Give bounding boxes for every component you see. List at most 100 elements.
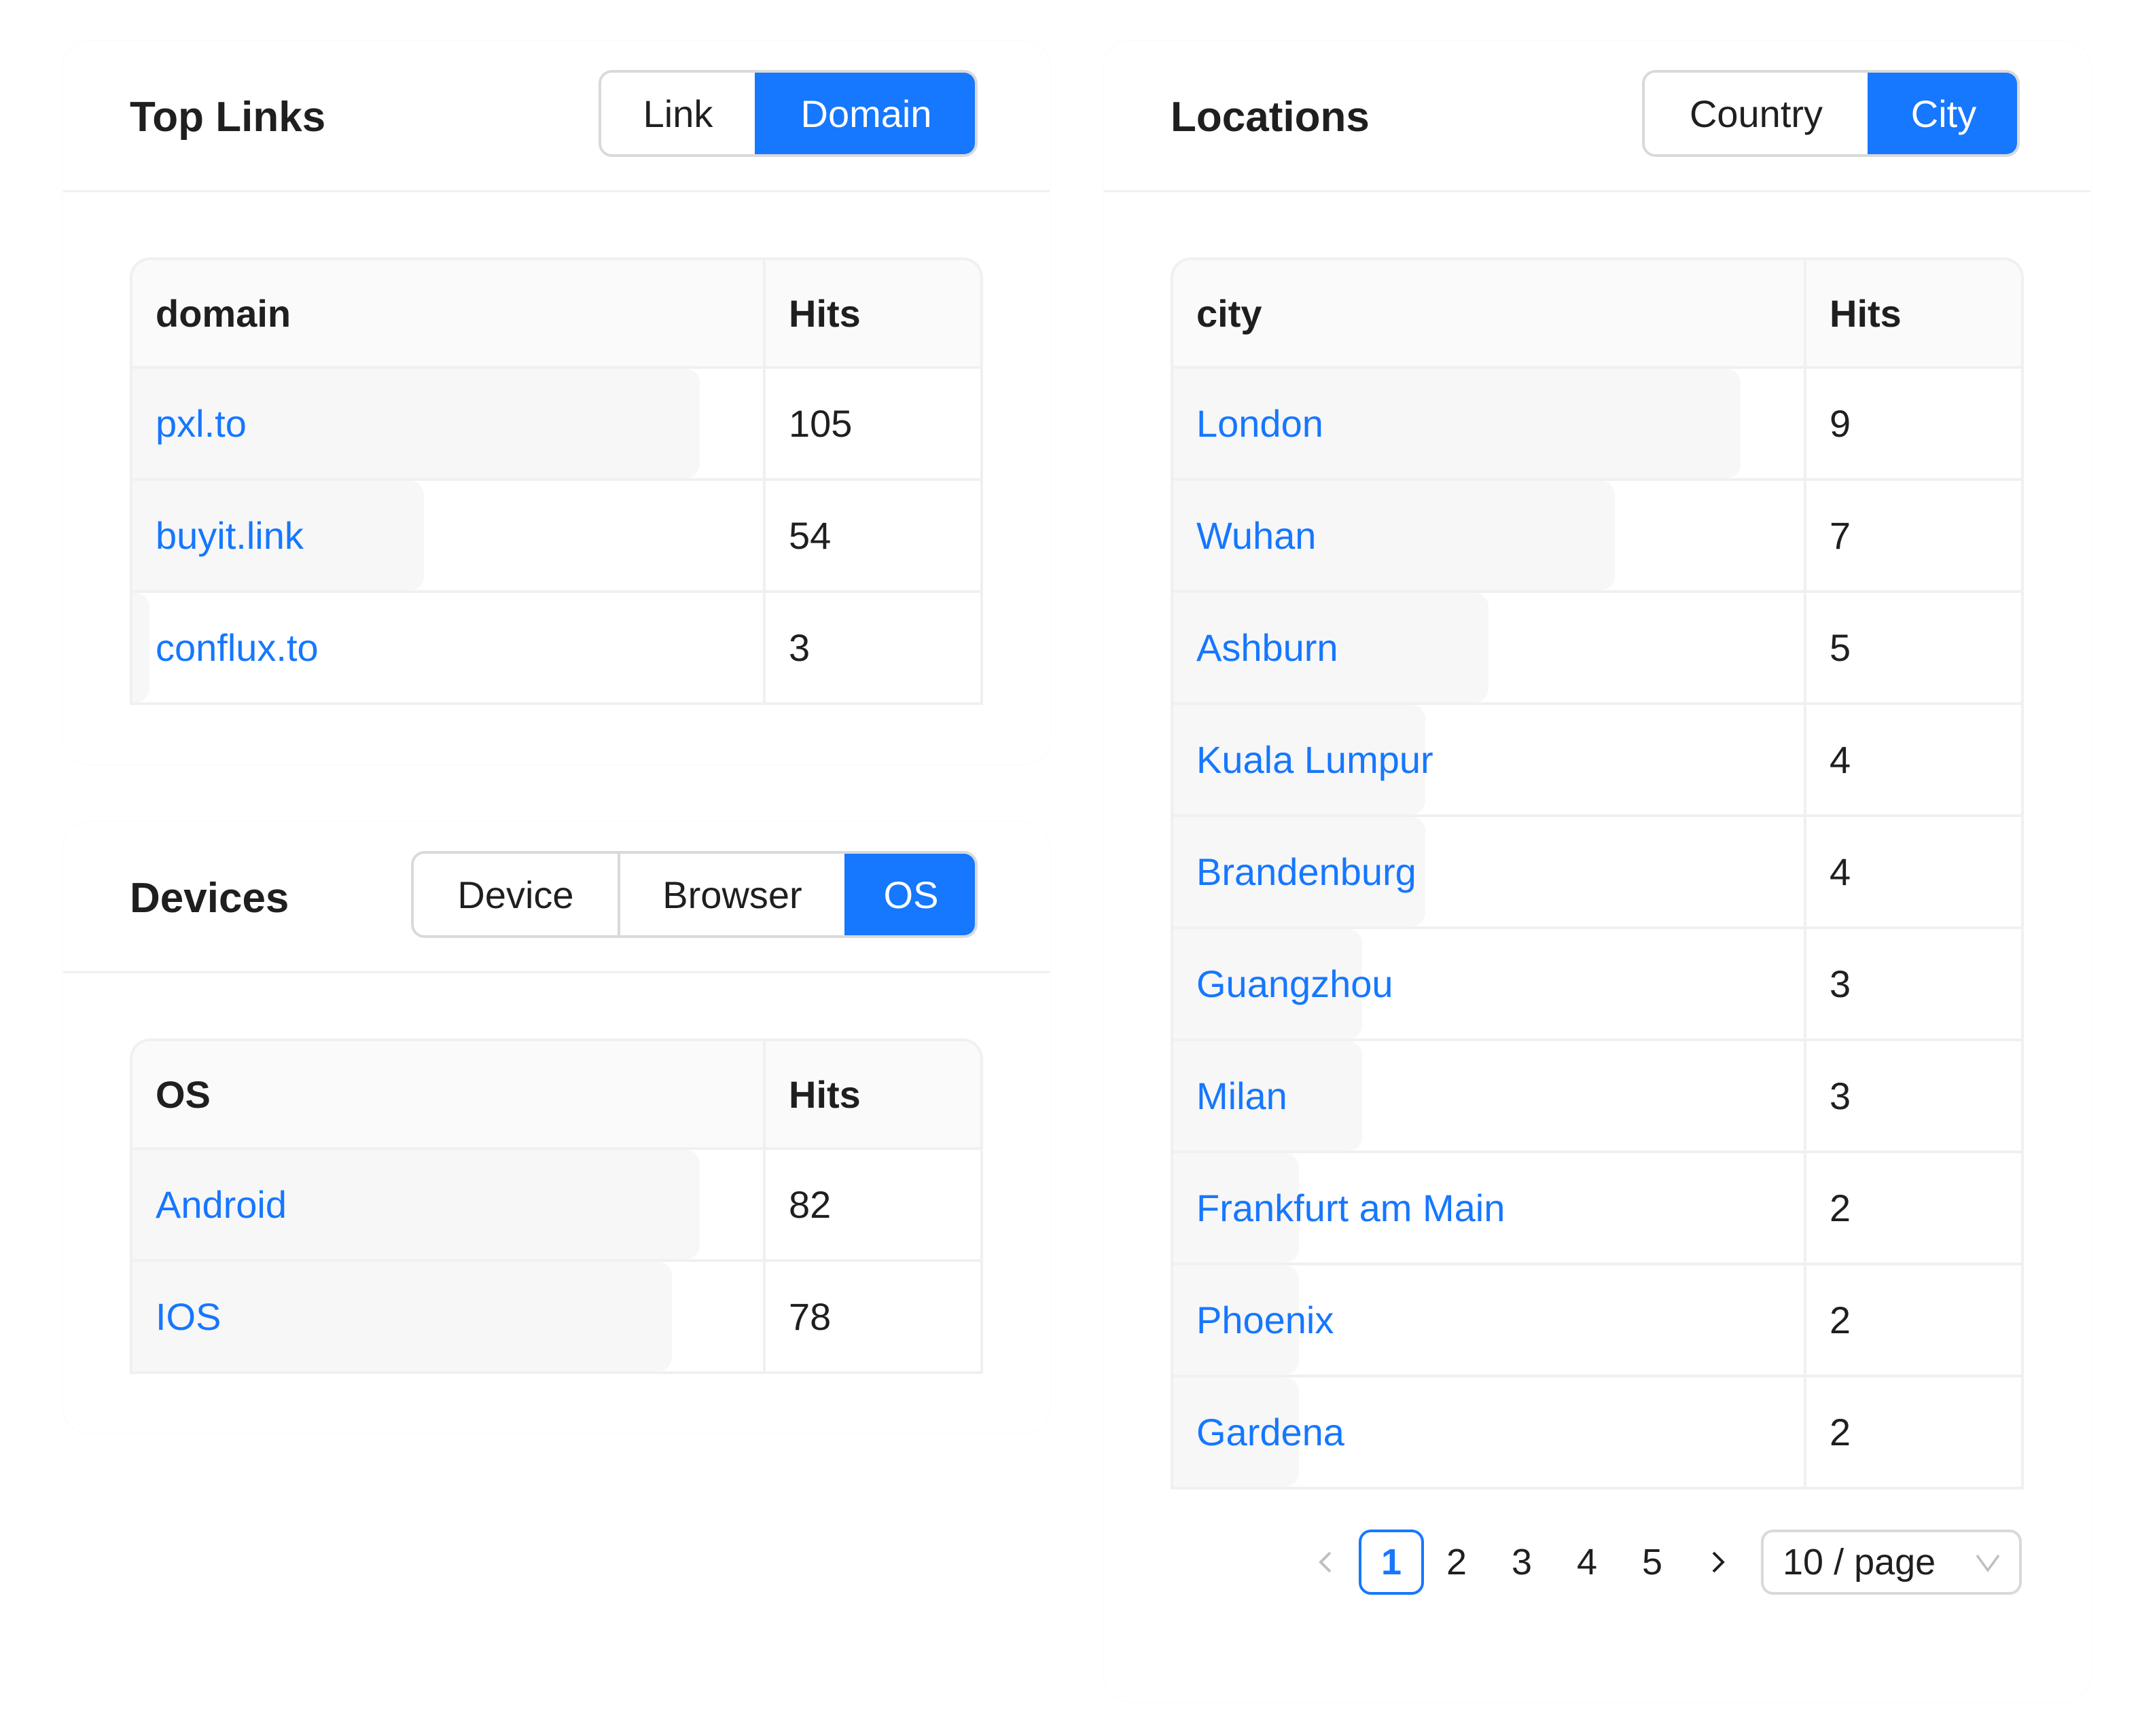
top-links-card: Top Links Link Domain domain Hits pxl.to… xyxy=(63,41,1050,765)
table-row: Milan 3 xyxy=(1173,1038,2021,1151)
table-row: Gardena 2 xyxy=(1173,1375,2021,1487)
table-row: Wuhan 7 xyxy=(1173,478,2021,590)
name-cell: Milan xyxy=(1173,1041,1804,1151)
pagination-next[interactable] xyxy=(1685,1530,1750,1595)
column-header-hits[interactable]: Hits xyxy=(1804,260,2021,366)
row-link[interactable]: Gardena xyxy=(1196,1410,1344,1454)
pagination-page-2[interactable]: 2 xyxy=(1424,1530,1489,1595)
row-link[interactable]: pxl.to xyxy=(156,401,247,446)
column-header-hits[interactable]: Hits xyxy=(763,260,980,366)
hits-cell: 2 xyxy=(1804,1377,2021,1487)
row-link[interactable]: Kuala Lumpur xyxy=(1196,738,1433,782)
pagination-page-1[interactable]: 1 xyxy=(1359,1530,1424,1595)
name-cell: Android xyxy=(132,1150,763,1259)
hits-cell: 78 xyxy=(763,1262,980,1371)
segment-device[interactable]: Device xyxy=(414,854,618,935)
name-cell: Frankfurt am Main xyxy=(1173,1153,1804,1263)
hits-value: 82 xyxy=(789,1183,832,1226)
table-row: London 9 xyxy=(1173,366,2021,478)
row-link[interactable]: Brandenburg xyxy=(1196,850,1416,894)
row-link[interactable]: Phoenix xyxy=(1196,1298,1334,1342)
table-row: Frankfurt am Main 2 xyxy=(1173,1151,2021,1263)
column-header-city[interactable]: city xyxy=(1173,260,1804,366)
column-header-domain[interactable]: domain xyxy=(132,260,763,366)
name-cell: Ashburn xyxy=(1173,593,1804,702)
row-link[interactable]: Guangzhou xyxy=(1196,962,1393,1006)
table-row: Guangzhou 3 xyxy=(1173,926,2021,1038)
hits-value: 78 xyxy=(789,1295,832,1338)
hits-cell: 9 xyxy=(1804,369,2021,478)
hits-value: 3 xyxy=(789,626,810,669)
pagination-page-5[interactable]: 5 xyxy=(1620,1530,1685,1595)
name-cell: Gardena xyxy=(1173,1377,1804,1487)
locations-segmented: Country City xyxy=(1642,70,2020,157)
hits-value: 7 xyxy=(1830,514,1851,557)
hits-cell: 2 xyxy=(1804,1153,2021,1263)
row-link[interactable]: Frankfurt am Main xyxy=(1196,1186,1505,1230)
hits-cell: 4 xyxy=(1804,817,2021,926)
column-header-os[interactable]: OS xyxy=(132,1041,763,1147)
hits-share-bar xyxy=(132,593,150,702)
name-cell: Kuala Lumpur xyxy=(1173,705,1804,814)
name-cell: pxl.to xyxy=(132,369,763,478)
locations-header: Locations Country City xyxy=(1104,41,2090,192)
hits-cell: 82 xyxy=(763,1150,980,1259)
devices-segmented: Device Browser OS xyxy=(411,851,978,938)
segment-domain[interactable]: Domain xyxy=(755,73,975,154)
name-cell: Phoenix xyxy=(1173,1265,1804,1375)
pagination-prev[interactable] xyxy=(1294,1530,1359,1595)
pagination-page-3[interactable]: 3 xyxy=(1489,1530,1554,1595)
chevron-left-icon xyxy=(1319,1551,1332,1573)
name-cell: Wuhan xyxy=(1173,481,1804,590)
devices-header: Devices Device Browser OS xyxy=(63,822,1050,973)
hits-value: 9 xyxy=(1830,402,1851,445)
top-links-header: Top Links Link Domain xyxy=(63,41,1050,192)
table-row: IOS 78 xyxy=(132,1259,980,1371)
chevron-down-icon xyxy=(1976,1554,2000,1573)
pagination-page-4[interactable]: 4 xyxy=(1554,1530,1620,1595)
name-cell: buyit.link xyxy=(132,481,763,590)
table-header-row: city Hits xyxy=(1173,260,2021,366)
segment-browser[interactable]: Browser xyxy=(618,854,844,935)
name-cell: IOS xyxy=(132,1262,763,1371)
devices-card: Devices Device Browser OS OS Hits Androi… xyxy=(63,822,1050,1433)
top-links-segmented: Link Domain xyxy=(599,70,978,157)
table-header-row: domain Hits xyxy=(132,260,980,366)
hits-value: 2 xyxy=(1830,1299,1851,1341)
hits-cell: 3 xyxy=(1804,929,2021,1038)
table-row: buyit.link 54 xyxy=(132,478,980,590)
table-row: pxl.to 105 xyxy=(132,366,980,478)
hits-value: 2 xyxy=(1830,1411,1851,1453)
name-cell: conflux.to xyxy=(132,593,763,702)
table-row: Android 82 xyxy=(132,1147,980,1259)
top-links-table: domain Hits pxl.to 105 buyit.link 54 conflux… xyxy=(130,257,983,705)
name-cell: London xyxy=(1173,369,1804,478)
segment-city[interactable]: City xyxy=(1868,73,2017,154)
row-link[interactable]: Android xyxy=(156,1182,287,1227)
row-link[interactable]: buyit.link xyxy=(156,513,304,558)
table-row: Phoenix 2 xyxy=(1173,1263,2021,1375)
top-links-title: Top Links xyxy=(130,93,326,141)
hits-cell: 7 xyxy=(1804,481,2021,590)
row-link[interactable]: conflux.to xyxy=(156,626,319,670)
locations-title: Locations xyxy=(1171,93,1370,141)
table-row: Brandenburg 4 xyxy=(1173,814,2021,926)
hits-value: 54 xyxy=(789,514,832,557)
segment-country[interactable]: Country xyxy=(1645,73,1868,154)
name-cell: Guangzhou xyxy=(1173,929,1804,1038)
row-link[interactable]: London xyxy=(1196,401,1323,446)
segment-os[interactable]: OS xyxy=(844,854,975,935)
segment-link[interactable]: Link xyxy=(601,73,755,154)
table-row: Kuala Lumpur 4 xyxy=(1173,702,2021,814)
page-size-select[interactable]: 10 / page xyxy=(1761,1530,2022,1595)
row-link[interactable]: Ashburn xyxy=(1196,626,1338,670)
row-link[interactable]: IOS xyxy=(156,1295,221,1339)
devices-table: OS Hits Android 82 IOS 78 xyxy=(130,1038,983,1374)
hits-value: 3 xyxy=(1830,1074,1851,1117)
row-link[interactable]: Wuhan xyxy=(1196,513,1316,558)
hits-cell: 105 xyxy=(763,369,980,478)
hits-cell: 3 xyxy=(1804,1041,2021,1151)
row-link[interactable]: Milan xyxy=(1196,1074,1287,1118)
locations-card: Locations Country City city Hits London 9… xyxy=(1103,41,2091,1702)
column-header-hits[interactable]: Hits xyxy=(763,1041,980,1147)
